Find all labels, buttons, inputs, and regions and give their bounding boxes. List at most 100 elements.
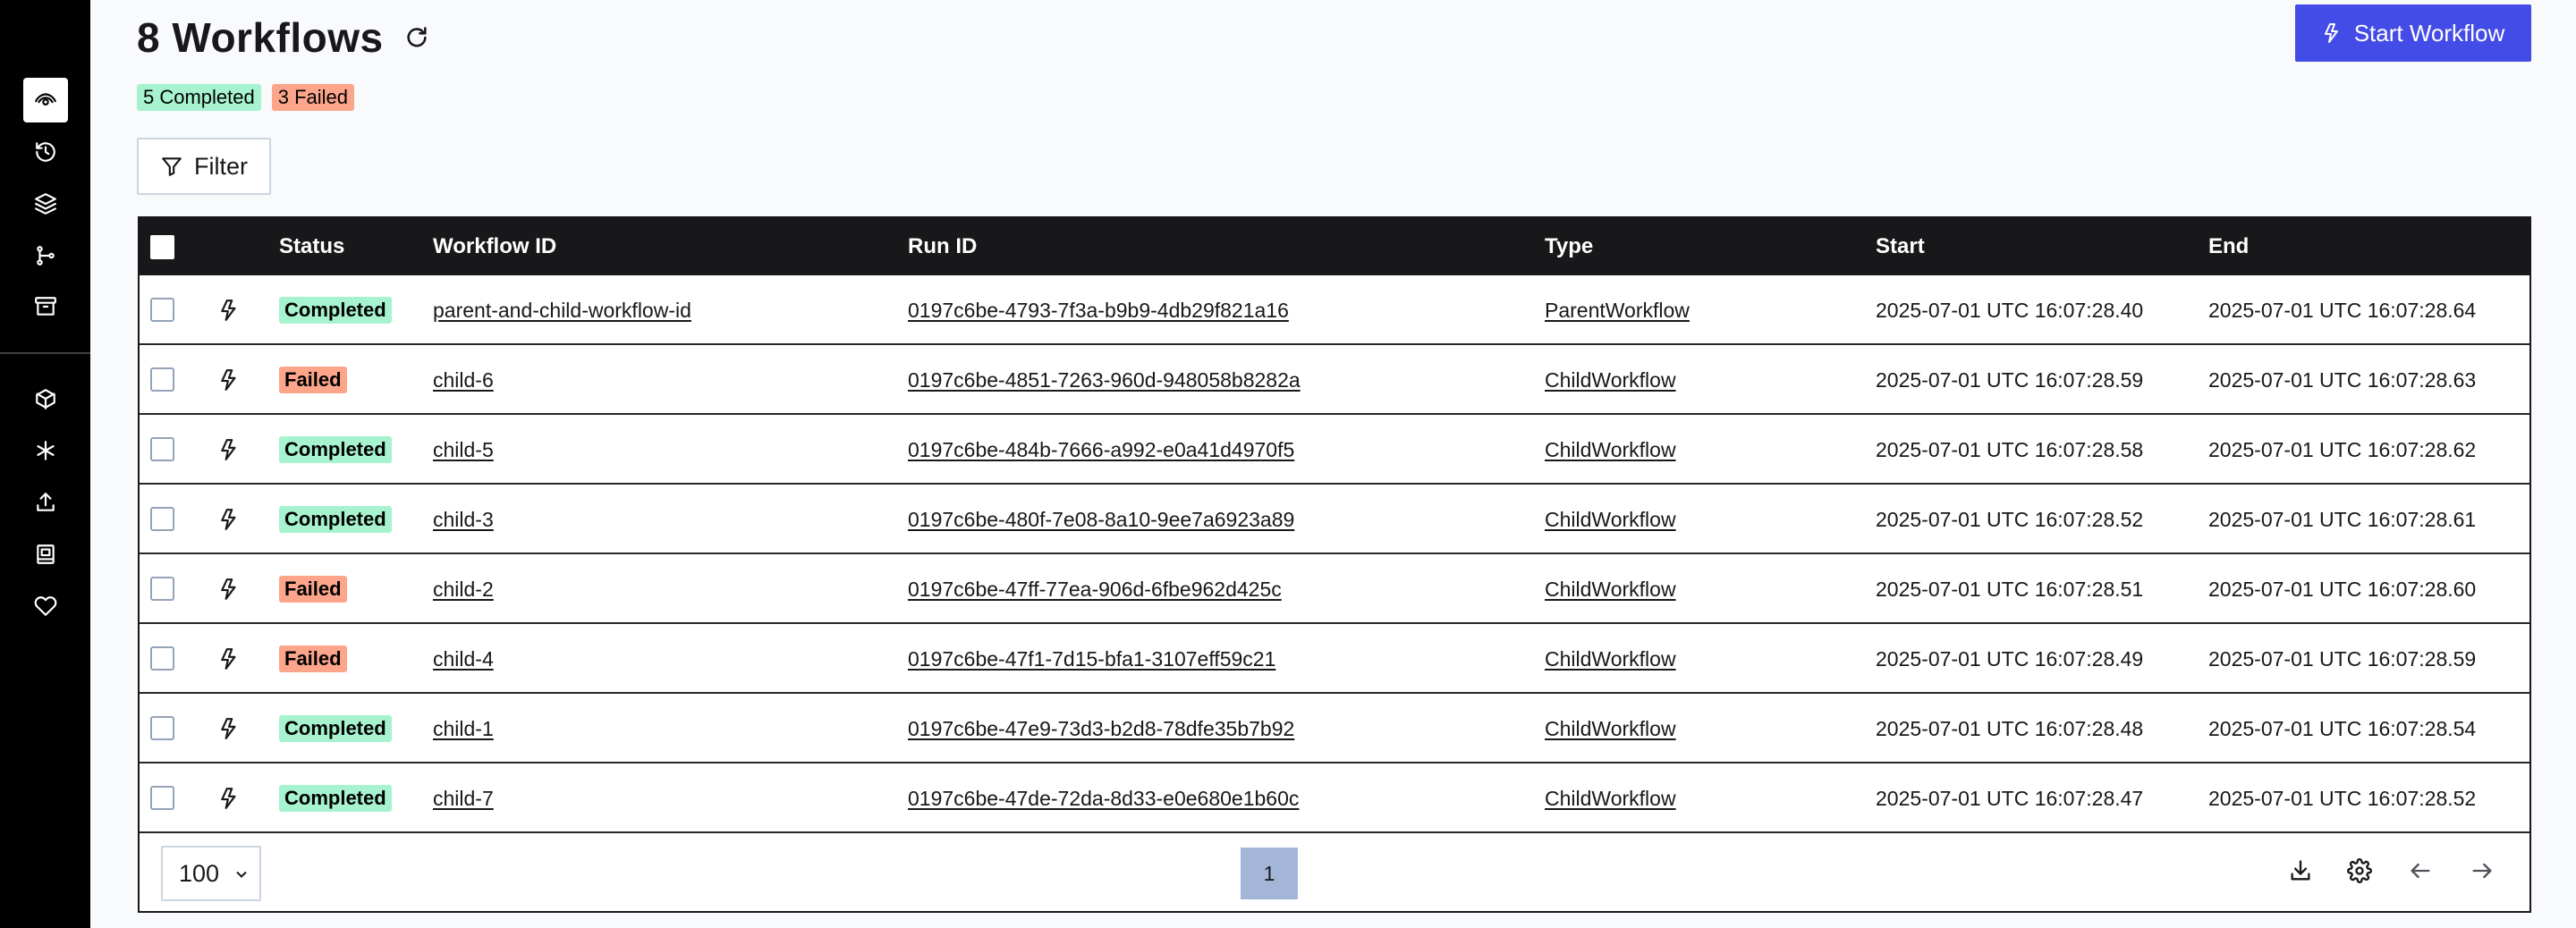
workflow-id-cell: child-5 (433, 415, 494, 485)
failed-count-badge[interactable]: 3 Failed (271, 84, 355, 111)
row-checkbox[interactable] (150, 507, 174, 531)
nav-nexus[interactable] (23, 428, 68, 473)
workflow-type-link[interactable]: ChildWorkflow (1545, 647, 1676, 671)
workflow-id-cell: child-2 (433, 554, 494, 624)
table-row: Completed child-3 0197c6be-480f-7e08-8a10-… (140, 485, 2529, 554)
nav-schedules[interactable] (23, 130, 68, 174)
workflow-bolt-icon (218, 368, 242, 392)
chevron-down-icon (236, 871, 247, 878)
status-cell: Completed (279, 275, 392, 345)
per-page-value: 100 (179, 859, 220, 887)
row-checkbox[interactable] (150, 716, 174, 740)
type-cell: ChildWorkflow (1545, 554, 1676, 624)
workflow-type-link[interactable]: ParentWorkflow (1545, 299, 1690, 323)
filter-button[interactable]: Filter (137, 138, 271, 195)
asterisk-icon (37, 441, 55, 460)
status-cell: Completed (279, 763, 392, 833)
start-time-cell: 2025-07-01 UTC 16:07:28.51 (1876, 577, 2144, 601)
refresh-button[interactable] (401, 21, 433, 54)
settings-button[interactable] (2345, 856, 2374, 885)
page-button-current[interactable]: 1 (1241, 848, 1298, 899)
row-checkbox[interactable] (150, 437, 174, 461)
workflow-id-link[interactable]: child-2 (433, 578, 494, 602)
run-id-link[interactable]: 0197c6be-47ff-77ea-906d-6fbe962d425c (908, 578, 1282, 602)
box-icon (36, 389, 55, 409)
run-id-link[interactable]: 0197c6be-47e9-73d3-b2d8-78dfe35b7b92 (908, 717, 1294, 741)
workflows-table: Status Workflow ID Run ID Type Start End… (138, 216, 2531, 913)
status-badge: Completed (279, 506, 392, 533)
run-id-link[interactable]: 0197c6be-47f1-7d15-bfa1-3107eff59c21 (908, 647, 1275, 671)
status-badge: Completed (279, 297, 392, 324)
status-badge: Completed (279, 715, 392, 742)
workflow-type-link[interactable]: ChildWorkflow (1545, 438, 1676, 462)
workflow-id-cell: child-7 (433, 763, 494, 833)
select-all-checkbox[interactable] (150, 235, 174, 259)
workflow-id-link[interactable]: parent-and-child-workflow-id (433, 299, 691, 323)
run-id-link[interactable]: 0197c6be-480f-7e08-8a10-9ee7a6923a89 (908, 508, 1294, 532)
row-checkbox[interactable] (150, 367, 174, 392)
start-workflow-label: Start Workflow (2353, 19, 2505, 46)
run-id-cell: 0197c6be-480f-7e08-8a10-9ee7a6923a89 (908, 485, 1294, 554)
workflow-id-cell: child-4 (433, 624, 494, 694)
end-time-cell: 2025-07-01 UTC 16:07:28.61 (2208, 507, 2477, 531)
start-time-cell: 2025-07-01 UTC 16:07:28.47 (1876, 786, 2144, 810)
nav-workflows[interactable] (23, 78, 68, 122)
git-branch-icon (37, 246, 55, 266)
workflow-bolt-icon (218, 438, 242, 461)
run-id-cell: 0197c6be-484b-7666-a992-e0a41d4970f5 (908, 415, 1294, 485)
table-row: Completed parent-and-child-workflow-id 019… (140, 275, 2529, 345)
download-button[interactable] (2286, 856, 2315, 885)
nav-feedback[interactable] (23, 584, 68, 629)
start-time-cell: 2025-07-01 UTC 16:07:28.49 (1876, 646, 2144, 671)
completed-count-badge[interactable]: 5 Completed (137, 84, 261, 111)
row-checkbox[interactable] (150, 577, 174, 601)
start-workflow-button[interactable]: Start Workflow (2295, 4, 2531, 62)
workflow-type-link[interactable]: ChildWorkflow (1545, 368, 1676, 392)
table-header: Status Workflow ID Run ID Type Start End (140, 218, 2529, 275)
workflow-type-link[interactable]: ChildWorkflow (1545, 717, 1676, 741)
end-time-cell: 2025-07-01 UTC 16:07:28.60 (2208, 577, 2477, 601)
workflow-id-link[interactable]: child-3 (433, 508, 494, 532)
book-icon (37, 544, 55, 564)
run-id-link[interactable]: 0197c6be-484b-7666-a992-e0a41d4970f5 (908, 438, 1294, 462)
type-cell: ChildWorkflow (1545, 694, 1676, 763)
end-time-cell: 2025-07-01 UTC 16:07:28.62 (2208, 437, 2477, 461)
workflow-id-link[interactable]: child-7 (433, 787, 494, 811)
row-checkbox[interactable] (150, 786, 174, 810)
per-page-select[interactable]: 100 (161, 846, 261, 901)
workflow-id-link[interactable]: child-1 (433, 717, 494, 741)
end-time-cell: 2025-07-01 UTC 16:07:28.63 (2208, 367, 2477, 392)
row-checkbox[interactable] (150, 646, 174, 671)
run-id-link[interactable]: 0197c6be-4851-7263-960d-948058b8282a (908, 368, 1301, 392)
type-cell: ChildWorkflow (1545, 485, 1676, 554)
run-id-cell: 0197c6be-47f1-7d15-bfa1-3107eff59c21 (908, 624, 1275, 694)
type-cell: ParentWorkflow (1545, 275, 1690, 345)
run-id-link[interactable]: 0197c6be-47de-72da-8d33-e0e680e1b60c (908, 787, 1299, 811)
nav-batch[interactable] (23, 181, 68, 226)
status-badge: Completed (279, 436, 392, 463)
next-page-button[interactable] (2468, 856, 2496, 885)
workflow-id-link[interactable]: child-4 (433, 647, 494, 671)
previous-page-button[interactable] (2406, 856, 2435, 885)
upload-icon (37, 493, 55, 511)
workflow-id-link[interactable]: child-6 (433, 368, 494, 392)
filter-icon (162, 157, 182, 176)
nav-docs[interactable] (23, 532, 68, 577)
workflow-type-link[interactable]: ChildWorkflow (1545, 787, 1676, 811)
nav-import[interactable] (23, 480, 68, 525)
run-id-cell: 0197c6be-4851-7263-960d-948058b8282a (908, 345, 1301, 415)
heart-icon (34, 596, 57, 616)
row-checkbox[interactable] (150, 298, 174, 322)
workflow-id-cell: child-6 (433, 345, 494, 415)
nav-namespaces[interactable] (23, 376, 68, 421)
archive-icon (35, 297, 56, 316)
run-id-link[interactable]: 0197c6be-4793-7f3a-b9b9-4db29f821a16 (908, 299, 1289, 323)
workflow-id-cell: child-1 (433, 694, 494, 763)
workflow-id-link[interactable]: child-5 (433, 438, 494, 462)
nav-archive[interactable] (23, 284, 68, 329)
workflow-type-link[interactable]: ChildWorkflow (1545, 508, 1676, 532)
status-badge: Failed (279, 576, 347, 603)
nav-deployments[interactable] (23, 233, 68, 278)
end-time-cell: 2025-07-01 UTC 16:07:28.59 (2208, 646, 2477, 671)
workflow-type-link[interactable]: ChildWorkflow (1545, 578, 1676, 602)
